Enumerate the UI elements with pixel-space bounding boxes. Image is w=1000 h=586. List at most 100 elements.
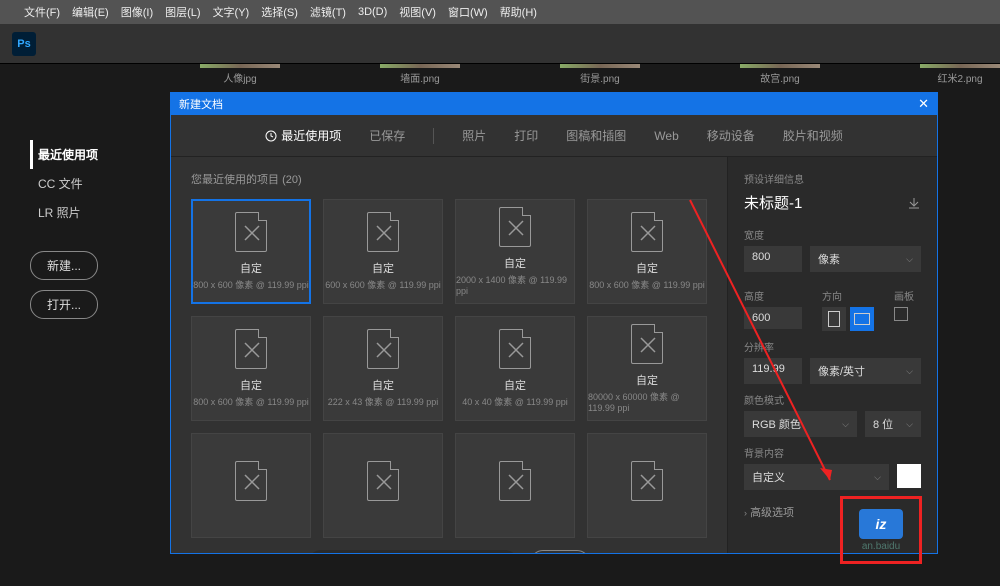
document-icon — [367, 212, 399, 252]
chevron-down-icon: ⌵ — [842, 419, 849, 430]
sidebar-item-lrphotos[interactable]: LR 照片 — [30, 198, 140, 227]
details-header: 预设详细信息 — [744, 171, 921, 186]
tab-art[interactable]: 图稿和插图 — [566, 127, 626, 144]
preset-card[interactable]: 自定 800 x 600 像素 @ 119.99 ppi — [587, 199, 707, 304]
dialog-title-text: 新建文档 — [179, 96, 223, 112]
presets-header: 您最近使用的项目 (20) — [191, 171, 707, 187]
document-icon — [499, 461, 531, 501]
stock-search-input[interactable]: 在 Adobe Stock 上查找模板 — [308, 550, 518, 553]
sidebar-item-recent[interactable]: 最近使用项 — [30, 140, 140, 169]
colormode-select[interactable]: RGB 颜色⌵ — [744, 411, 857, 437]
width-input[interactable]: 800 — [744, 246, 802, 272]
height-label: 高度 — [744, 288, 802, 303]
menu-help[interactable]: 帮助(H) — [500, 4, 537, 20]
chevron-right-icon: › — [744, 508, 747, 518]
ps-logo-icon: Ps — [12, 32, 36, 56]
preset-card[interactable]: 自定800 x 600 像素 @ 119.99 ppi — [191, 316, 311, 421]
resolution-input[interactable]: 119.99 — [744, 358, 802, 384]
preset-card[interactable]: 自定 600 x 600 像素 @ 119.99 ppi — [323, 199, 443, 304]
document-icon — [367, 329, 399, 369]
orientation-landscape[interactable] — [850, 307, 874, 331]
preset-details-panel: 预设详细信息 未标题-1 宽度 800 像素⌵ 高度 600 方向 — [727, 157, 937, 553]
preset-name: 自定 — [240, 260, 262, 276]
chevron-down-icon: ⌵ — [874, 472, 881, 483]
width-unit-select[interactable]: 像素⌵ — [810, 246, 921, 272]
tab-film[interactable]: 胶片和视频 — [783, 127, 843, 144]
chevron-down-icon: ⌵ — [906, 419, 913, 430]
tab-saved[interactable]: 已保存 — [369, 127, 405, 144]
menu-layer[interactable]: 图层(L) — [165, 4, 200, 20]
stock-go-button[interactable]: 前往 — [530, 550, 590, 553]
menu-window[interactable]: 窗口(W) — [448, 4, 488, 20]
document-icon — [631, 212, 663, 252]
document-icon — [235, 329, 267, 369]
document-icon — [499, 207, 531, 247]
menu-view[interactable]: 视图(V) — [399, 4, 436, 20]
bg-thumb[interactable]: 墙面.png — [380, 64, 460, 94]
menu-file[interactable]: 文件(F) — [24, 4, 60, 20]
preset-card[interactable]: 自定 222 x 43 像素 @ 119.99 ppi — [323, 316, 443, 421]
tab-recent[interactable]: 最近使用项 — [265, 127, 341, 144]
chevron-down-icon: ⌵ — [906, 254, 913, 265]
preset-detail: 800 x 600 像素 @ 119.99 ppi — [589, 278, 705, 291]
tab-print[interactable]: 打印 — [514, 127, 538, 144]
divider — [433, 128, 434, 144]
preset-name: 自定 — [504, 255, 526, 271]
preset-card[interactable] — [191, 433, 311, 538]
bg-thumb[interactable]: 街景.png — [560, 64, 640, 94]
preset-detail: 2000 x 1400 像素 @ 119.99 ppi — [456, 273, 574, 296]
artboard-checkbox[interactable] — [894, 307, 908, 321]
height-input[interactable]: 600 — [744, 307, 802, 329]
sidebar-item-ccfiles[interactable]: CC 文件 — [30, 169, 140, 198]
resolution-unit-select[interactable]: 像素/英寸⌵ — [810, 358, 921, 384]
preset-detail: 222 x 43 像素 @ 119.99 ppi — [328, 395, 439, 408]
preset-detail: 600 x 600 像素 @ 119.99 ppi — [325, 278, 441, 291]
bitdepth-select[interactable]: 8 位⌵ — [865, 411, 921, 437]
preset-name: 自定 — [372, 260, 394, 276]
dialog-titlebar: 新建文档 ✕ — [171, 93, 937, 115]
artboard-label: 画板 — [894, 288, 914, 303]
tab-photo[interactable]: 照片 — [462, 127, 486, 144]
menu-3d[interactable]: 3D(D) — [358, 6, 387, 18]
orientation-portrait[interactable] — [822, 307, 846, 331]
bg-thumb[interactable]: 故宫.png — [740, 64, 820, 94]
doc-name-field[interactable]: 未标题-1 — [744, 192, 802, 213]
preset-name: 自定 — [504, 377, 526, 393]
watermark: iz an.baidu — [846, 504, 916, 556]
menu-type[interactable]: 文字(Y) — [213, 4, 250, 20]
preset-card[interactable] — [455, 433, 575, 538]
preset-card[interactable]: 自定40 x 40 像素 @ 119.99 ppi — [455, 316, 575, 421]
tab-mobile[interactable]: 移动设备 — [707, 127, 755, 144]
close-icon[interactable]: ✕ — [910, 96, 937, 112]
bg-color-swatch[interactable] — [897, 464, 921, 488]
tab-web[interactable]: Web — [654, 129, 678, 143]
clock-icon — [265, 130, 277, 142]
document-icon — [235, 212, 267, 252]
menu-image[interactable]: 图像(I) — [121, 4, 153, 20]
menu-select[interactable]: 选择(S) — [261, 4, 298, 20]
watermark-logo-icon: iz — [859, 509, 903, 539]
preset-name: 自定 — [636, 260, 658, 276]
bg-thumb[interactable]: 红米2.png — [920, 64, 1000, 94]
new-button[interactable]: 新建... — [30, 251, 98, 280]
open-button[interactable]: 打开... — [30, 290, 98, 319]
preset-detail: 800 x 600 像素 @ 119.99 ppi — [193, 278, 309, 291]
save-preset-icon[interactable] — [907, 196, 921, 210]
preset-card[interactable] — [587, 433, 707, 538]
watermark-text: an.baidu — [862, 541, 900, 552]
menu-edit[interactable]: 编辑(E) — [72, 4, 109, 20]
preset-card[interactable]: 自定 800 x 600 像素 @ 119.99 ppi — [191, 199, 311, 304]
preset-card[interactable] — [323, 433, 443, 538]
document-icon — [631, 324, 663, 364]
bg-recent-row: 人像jpg 墙面.png 街景.png 故宫.png 红米2.png — [0, 64, 1000, 94]
preset-name: 自定 — [372, 377, 394, 393]
menu-filter[interactable]: 滤镜(T) — [310, 4, 346, 20]
preset-card[interactable]: 自定80000 x 60000 像素 @ 119.99 ppi — [587, 316, 707, 421]
bgcontent-select[interactable]: 自定义⌵ — [744, 464, 889, 490]
dialog-tabs: 最近使用项 已保存 照片 打印 图稿和插图 Web 移动设备 胶片和视频 — [171, 115, 937, 157]
resolution-label: 分辨率 — [744, 339, 921, 354]
orient-label: 方向 — [822, 288, 874, 303]
bg-thumb[interactable]: 人像jpg — [200, 64, 280, 94]
document-icon — [367, 461, 399, 501]
preset-card[interactable]: 自定 2000 x 1400 像素 @ 119.99 ppi — [455, 199, 575, 304]
